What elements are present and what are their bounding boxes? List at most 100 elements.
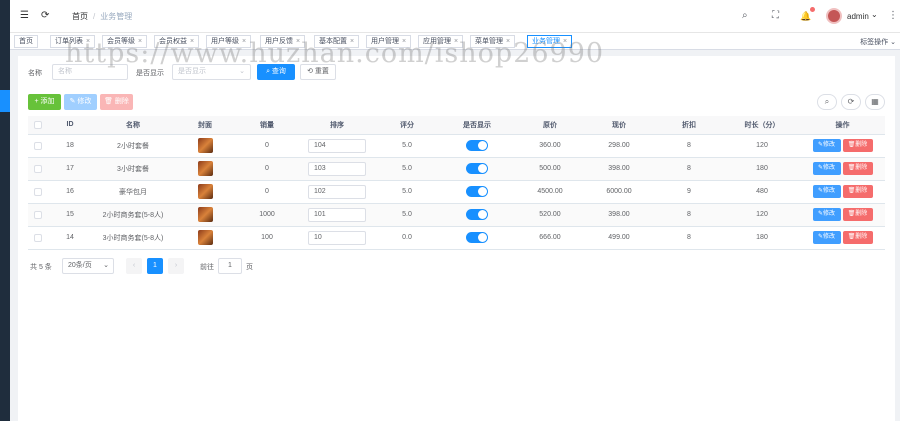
- tab-label: 会员等级: [107, 38, 135, 45]
- close-icon[interactable]: ×: [454, 38, 458, 45]
- goto-input[interactable]: 1: [218, 258, 242, 274]
- page-size-select[interactable]: 20条/页 ⌄: [62, 258, 114, 274]
- tab-0[interactable]: 首页: [14, 35, 38, 48]
- tab-3[interactable]: 会员权益 ×: [154, 35, 200, 48]
- bell-icon[interactable]: 🔔: [800, 10, 811, 22]
- close-icon[interactable]: ×: [506, 38, 510, 45]
- visible-toggle[interactable]: [466, 140, 488, 151]
- price-cell: 520.00: [516, 203, 584, 227]
- checkbox-cell[interactable]: [28, 180, 48, 204]
- checkbox-cell[interactable]: [28, 134, 48, 158]
- columns-button[interactable]: ▦: [865, 94, 885, 110]
- username-label[interactable]: admin: [847, 12, 869, 21]
- tab-2[interactable]: 会员等级 ×: [102, 35, 148, 48]
- close-icon[interactable]: ×: [402, 38, 406, 45]
- sort-input[interactable]: 104: [308, 138, 366, 153]
- visible-toggle[interactable]: [466, 186, 488, 197]
- table-body: 18 2小时套餐 0 104 5.0 360.00 298.00 8 120 ✎修改 🗑删除 17 3小…: [28, 134, 885, 250]
- duration-cell: 120: [724, 134, 800, 158]
- notification-dot: [810, 7, 815, 12]
- select-all-header[interactable]: [28, 116, 48, 135]
- row-edit-button[interactable]: ✎修改: [812, 139, 841, 152]
- sidebar-active-item[interactable]: [0, 90, 10, 112]
- fullscreen-icon[interactable]: ⛶: [772, 10, 779, 22]
- close-icon[interactable]: ×: [242, 38, 246, 45]
- price-cell: 666.00: [516, 226, 584, 250]
- tags-more-menu[interactable]: 标签操作 ⌄: [860, 37, 896, 47]
- sort-input[interactable]: 102: [308, 184, 366, 199]
- tab-8[interactable]: 应用管理 ×: [418, 35, 464, 48]
- column-header: 操作: [800, 116, 885, 135]
- tab-5[interactable]: 用户反馈 ×: [260, 35, 306, 48]
- tab-7[interactable]: 用户管理 ×: [366, 35, 412, 48]
- chevron-down-icon[interactable]: ⌄: [871, 10, 878, 19]
- edit-button[interactable]: ✎ 修改: [64, 94, 97, 110]
- prev-page-button[interactable]: ‹: [126, 258, 142, 274]
- close-icon[interactable]: ×: [296, 38, 300, 45]
- tab-10[interactable]: 业务管理 ×: [527, 35, 573, 48]
- column-header: 现价: [584, 116, 654, 135]
- hamburger-icon[interactable]: ☰: [20, 10, 29, 22]
- search-icon[interactable]: ⌕: [742, 10, 748, 22]
- row-delete-button[interactable]: 🗑删除: [842, 231, 873, 244]
- add-button[interactable]: + 添加: [28, 94, 61, 110]
- column-header: 是否显示: [438, 116, 516, 135]
- close-icon[interactable]: ×: [350, 38, 354, 45]
- visible-toggle[interactable]: [466, 232, 488, 243]
- visible-toggle[interactable]: [466, 163, 488, 174]
- sort-input[interactable]: 103: [308, 161, 366, 176]
- row-delete-button[interactable]: 🗑删除: [842, 162, 873, 175]
- status-select[interactable]: 是否显示 ⌄: [172, 64, 251, 80]
- checkbox-cell[interactable]: [28, 226, 48, 250]
- breadcrumb-home[interactable]: 首页: [72, 12, 88, 21]
- tab-label: 用户等级: [211, 38, 239, 45]
- row-edit-button[interactable]: ✎修改: [812, 208, 841, 221]
- refresh-button[interactable]: ⟳: [841, 94, 861, 110]
- column-header: 排序: [298, 116, 376, 135]
- price-cell: 500.00: [516, 157, 584, 181]
- select-all-checkbox[interactable]: [34, 120, 42, 129]
- duration-cell: 180: [724, 226, 800, 250]
- tab-9[interactable]: 菜单管理 ×: [470, 35, 516, 48]
- visible-toggle[interactable]: [466, 209, 488, 220]
- search-toggle-button[interactable]: ⌕: [817, 94, 837, 110]
- tab-1[interactable]: 订单列表 ×: [50, 35, 96, 48]
- reset-button[interactable]: ⟲ 重置: [300, 64, 336, 80]
- row-delete-button[interactable]: 🗑删除: [842, 139, 873, 152]
- refresh-icon[interactable]: ⟳: [41, 10, 49, 22]
- row-checkbox[interactable]: [34, 187, 42, 196]
- name-cell: 3小时商务套(5-8人): [92, 226, 174, 250]
- row-checkbox[interactable]: [34, 164, 42, 173]
- more-icon[interactable]: ⋮: [888, 10, 898, 22]
- name-input[interactable]: 名称: [52, 64, 128, 80]
- sort-input[interactable]: 10: [308, 230, 366, 245]
- tab-label: 用户管理: [371, 38, 399, 45]
- close-icon[interactable]: ×: [86, 38, 90, 45]
- sales-cell: 0: [236, 180, 298, 204]
- checkbox-cell[interactable]: [28, 157, 48, 181]
- row-checkbox[interactable]: [34, 233, 42, 242]
- close-icon[interactable]: ×: [190, 38, 194, 45]
- next-page-button[interactable]: ›: [168, 258, 184, 274]
- close-icon[interactable]: ×: [563, 38, 567, 45]
- row-checkbox[interactable]: [34, 141, 42, 150]
- checkbox-cell[interactable]: [28, 203, 48, 227]
- current-price-cell: 398.00: [584, 157, 654, 181]
- tab-6[interactable]: 基本配置 ×: [314, 35, 360, 48]
- row-checkbox[interactable]: [34, 210, 42, 219]
- query-button[interactable]: ⌕ 查询: [257, 64, 295, 80]
- row-edit-button[interactable]: ✎修改: [812, 162, 841, 175]
- sort-input[interactable]: 101: [308, 207, 366, 222]
- current-price-cell: 298.00: [584, 134, 654, 158]
- tab-4[interactable]: 用户等级 ×: [206, 35, 252, 48]
- row-edit-button[interactable]: ✎修改: [812, 185, 841, 198]
- row-delete-button[interactable]: 🗑删除: [842, 185, 873, 198]
- sidebar: [0, 0, 10, 421]
- close-icon[interactable]: ×: [138, 38, 142, 45]
- avatar[interactable]: [826, 8, 842, 24]
- delete-button[interactable]: 🗑 删除: [100, 94, 133, 110]
- row-delete-button[interactable]: 🗑删除: [842, 208, 873, 221]
- page-1-button[interactable]: 1: [147, 258, 163, 274]
- score-cell: 0.0: [376, 226, 438, 250]
- row-edit-button[interactable]: ✎修改: [812, 231, 841, 244]
